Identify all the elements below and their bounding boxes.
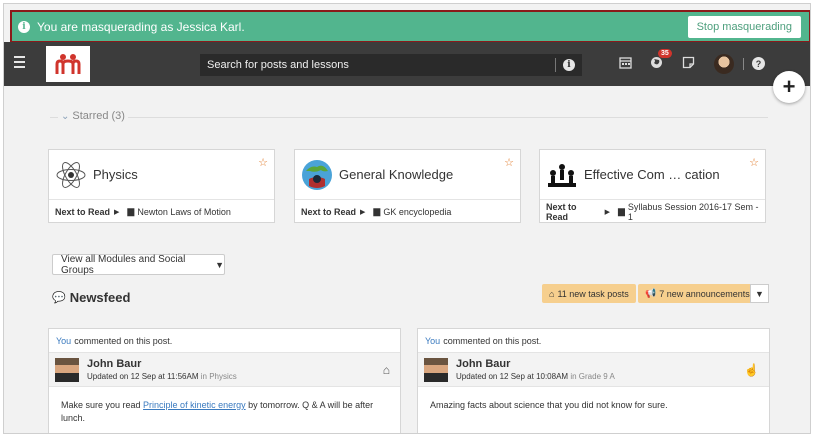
view-all-modules-button[interactable]: View all Modules and Social Groups ▼	[52, 253, 225, 276]
author-avatar[interactable]	[424, 357, 448, 382]
post-group[interactable]: Grade 9 A	[579, 372, 615, 381]
starred-label: Starred (3)	[72, 110, 125, 122]
next-to-read-label: Next to Read	[55, 206, 111, 217]
newsfeed-title: Newsfeed	[69, 290, 131, 305]
post-group[interactable]: Physics	[209, 372, 237, 381]
new-task-posts-button[interactable]: ⌂ 11 new task posts	[542, 284, 636, 303]
search-info-icon[interactable]: i	[563, 59, 575, 71]
chevron-down-icon: ⌄	[61, 110, 70, 122]
you-link[interactable]: You	[425, 336, 440, 346]
card-title: Physics	[93, 167, 138, 182]
post-updated: Updated on 12 Sep at 11:56AM	[87, 372, 199, 381]
author-avatar[interactable]	[55, 357, 79, 382]
caret-right-icon: ▶	[604, 208, 610, 216]
post-meta: Updated on 12 Sep at 10:08AM in Grade 9 …	[456, 372, 615, 381]
post-author-row: John Baur Updated on 12 Sep at 11:56AM i…	[49, 353, 400, 387]
post-author-row: John Baur Updated on 12 Sep at 10:08AM i…	[418, 353, 769, 387]
caret-right-icon: ▶	[114, 208, 120, 216]
divider-line	[128, 117, 768, 118]
view-all-label: View all Modules and Social Groups	[61, 253, 186, 276]
book-icon: ▆	[373, 206, 381, 216]
activity-text: commented on this post.	[74, 335, 173, 346]
caret-right-icon: ▶	[360, 208, 366, 216]
next-to-read-label: Next to Read	[546, 201, 577, 222]
newsfeed-post: You commented on this post. John Baur Up…	[48, 328, 401, 433]
globe-notifications-icon[interactable]	[650, 56, 663, 74]
module-card-physics[interactable]: Physics ☆ Next to Read ▶ ▆ Newton Laws o…	[48, 149, 275, 223]
calendar-icon[interactable]	[619, 56, 632, 74]
module-card-effective-communication[interactable]: Effective Com … cation ☆ Next to Read ▶ …	[539, 149, 766, 223]
card-header: Physics ☆	[49, 150, 274, 200]
masquerade-message: You are masquerading as Jessica Karl.	[37, 19, 245, 34]
you-link[interactable]: You	[56, 336, 71, 346]
post-in: in	[570, 372, 577, 381]
book-icon: ▆	[127, 206, 135, 216]
hamburger-menu-icon[interactable]	[14, 56, 25, 71]
comments-icon: 💬	[52, 292, 66, 304]
starred-toggle[interactable]: ⌄ Starred (3)	[61, 110, 125, 122]
filter-icon[interactable]: ▼	[750, 284, 769, 303]
sticky-note-icon[interactable]	[682, 56, 695, 74]
card-header: Effective Com … cation ☆	[540, 150, 765, 200]
info-icon: i	[18, 20, 30, 33]
card-title: General Knowledge	[339, 167, 454, 182]
post-updated: Updated on 12 Sep at 10:08AM	[456, 372, 569, 381]
search-divider	[555, 58, 556, 72]
newsfeed-heading: 💬 Newsfeed	[52, 290, 130, 305]
post-activity: You commented on this post.	[418, 329, 769, 353]
star-icon[interactable]: ☆	[504, 156, 514, 169]
post-link[interactable]: Principle of kinetic energy	[143, 400, 246, 410]
app-logo[interactable]	[46, 46, 90, 82]
search-bar[interactable]: Search for posts and lessons i	[200, 54, 582, 76]
book-icon: ▆	[618, 206, 625, 216]
home-icon: ⌂	[382, 363, 390, 377]
help-icon[interactable]: ?	[752, 57, 765, 70]
hand-pointer-icon: ☝	[744, 363, 759, 377]
card-footer[interactable]: Next to Read ▶ ▆ Newton Laws of Motion	[49, 200, 274, 223]
post-text: Amazing facts about science that you did…	[430, 400, 668, 410]
card-footer[interactable]: Next to Read ▶ ▆ Syllabus Session 2016-1…	[540, 200, 765, 223]
post-body: Make sure you read Principle of kinetic …	[49, 387, 400, 424]
top-navbar: Search for posts and lessons i 35 ?	[4, 42, 810, 86]
navbar-divider	[743, 58, 744, 70]
post-in: in	[200, 372, 207, 381]
star-icon[interactable]: ☆	[749, 156, 759, 169]
divider-line	[50, 117, 58, 118]
card-footer[interactable]: Next to Read ▶ ▆ GK encyclopedia	[295, 200, 520, 223]
card-title: Effective Com … cation	[584, 167, 720, 182]
next-item[interactable]: GK encyclopedia	[383, 207, 451, 217]
create-plus-button[interactable]: +	[773, 71, 805, 103]
stop-masquerading-button[interactable]: Stop masquerading	[687, 15, 801, 38]
people-group-icon	[546, 159, 578, 191]
post-meta: Updated on 12 Sep at 11:56AM in Physics	[87, 372, 237, 381]
module-card-general-knowledge[interactable]: General Knowledge ☆ Next to Read ▶ ▆ GK …	[294, 149, 521, 223]
author-name[interactable]: John Baur	[456, 358, 615, 370]
announcements-label: 7 new announcements	[659, 288, 750, 299]
next-item[interactable]: Syllabus Session 2016-17 Sem - 1	[628, 202, 765, 222]
masquerade-banner: i You are masquerading as Jessica Karl. …	[10, 10, 810, 43]
globe-image-icon	[301, 159, 333, 191]
search-placeholder: Search for posts and lessons	[207, 59, 349, 71]
home-icon: ⌂	[549, 288, 555, 299]
post-body: Amazing facts about science that you did…	[418, 387, 769, 412]
author-name[interactable]: John Baur	[87, 358, 237, 370]
star-icon[interactable]: ☆	[258, 156, 268, 169]
user-avatar[interactable]	[714, 54, 734, 74]
notification-badge: 35	[658, 49, 672, 58]
activity-text: commented on this post.	[443, 335, 542, 346]
next-to-read-label: Next to Read	[301, 206, 357, 217]
card-header: General Knowledge ☆	[295, 150, 520, 200]
app-window: i You are masquerading as Jessica Karl. …	[3, 3, 811, 434]
new-announcements-button[interactable]: 📢 7 new announcements	[638, 284, 757, 303]
chevron-down-icon: ▼	[215, 259, 224, 270]
task-posts-label: 11 new task posts	[557, 288, 629, 299]
next-item[interactable]: Newton Laws of Motion	[137, 207, 231, 217]
atom-icon	[55, 159, 87, 191]
post-activity: You commented on this post.	[49, 329, 400, 353]
megaphone-icon: 📢	[645, 288, 657, 298]
newsfeed-post: You commented on this post. John Baur Up…	[417, 328, 770, 433]
post-text: Make sure you read	[61, 400, 144, 410]
